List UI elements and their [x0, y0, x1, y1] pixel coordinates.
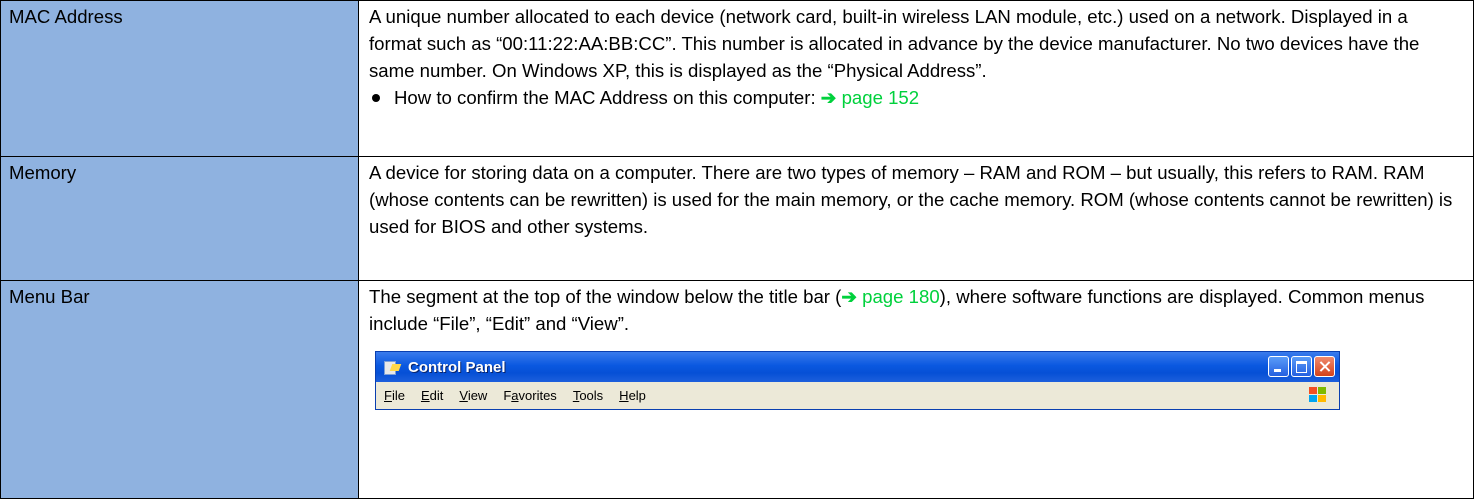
bullet-text: How to confirm the MAC Address on this c…: [394, 87, 821, 108]
page-link[interactable]: ➔ page 152: [821, 87, 919, 108]
menu-item-favorites: Favorites: [503, 388, 557, 403]
menu-item-edit: Edit: [420, 388, 444, 403]
window-title: Control Panel: [408, 358, 506, 376]
minimize-icon: [1268, 356, 1289, 377]
term-cell: MAC Address: [0, 0, 359, 157]
menu-item-file: File: [384, 388, 405, 403]
arrow-right-icon: ➔: [820, 87, 837, 108]
window-titlebar: Control Panel: [376, 352, 1339, 382]
definition-text: The segment at the top of the window bel…: [369, 286, 842, 307]
arrow-right-icon: ➔: [841, 286, 857, 307]
control-panel-icon: [384, 359, 402, 375]
maximize-icon: [1291, 356, 1312, 377]
bullet-icon: [372, 94, 380, 103]
term-cell: Menu Bar: [0, 280, 359, 499]
definition-cell: The segment at the top of the window bel…: [358, 280, 1474, 499]
definition-text: A device for storing data on a computer.…: [369, 162, 1453, 237]
close-icon: [1314, 356, 1335, 377]
table-row: MAC Address A unique number allocated to…: [0, 0, 1474, 157]
page-link[interactable]: ➔ page 180: [841, 286, 939, 307]
menu-item-help: Help: [619, 388, 646, 403]
windows-logo-icon: [1309, 387, 1327, 404]
term-label: Memory: [9, 162, 77, 183]
term-label: Menu Bar: [9, 286, 90, 307]
term-cell: Memory: [0, 156, 359, 281]
term-label: MAC Address: [9, 6, 123, 27]
definition-cell: A unique number allocated to each device…: [358, 0, 1474, 157]
definition-text: A unique number allocated to each device…: [369, 6, 1420, 81]
menu-bar: File Edit View Favorites Tools Help: [376, 382, 1339, 409]
window-controls: [1268, 356, 1335, 377]
menu-item-tools: Tools: [572, 388, 604, 403]
control-panel-screenshot: Control Panel File Edit View Favorites T…: [375, 351, 1340, 410]
glossary-table: MAC Address A unique number allocated to…: [0, 0, 1474, 499]
table-row: Menu Bar The segment at the top of the w…: [0, 280, 1474, 499]
menu-item-view: View: [459, 388, 488, 403]
definition-cell: A device for storing data on a computer.…: [358, 156, 1474, 281]
table-row: Memory A device for storing data on a co…: [0, 156, 1474, 281]
